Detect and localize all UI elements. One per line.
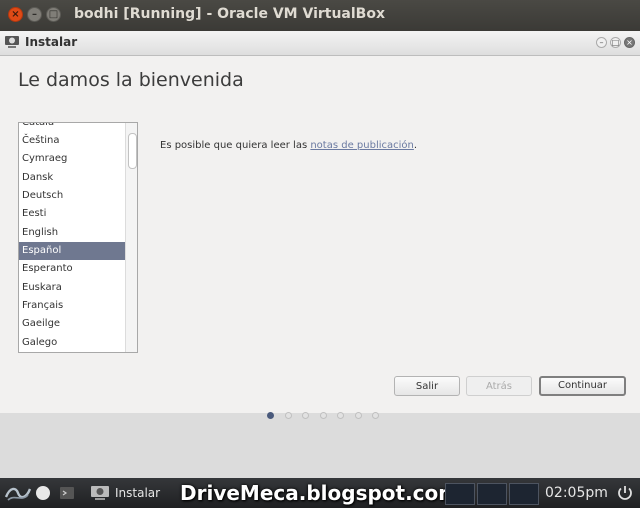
workspace-1[interactable] (445, 483, 475, 505)
workspace-3[interactable] (509, 483, 539, 505)
language-item[interactable]: Dansk (19, 169, 125, 187)
language-item[interactable]: Français (19, 297, 125, 315)
release-notes-text: Es posible que quiera leer las notas de … (160, 140, 418, 151)
installer-close-icon[interactable]: × (624, 37, 635, 48)
progress-dot (354, 412, 362, 419)
continue-button[interactable]: Continuar (539, 376, 626, 396)
workspace-2[interactable] (477, 483, 507, 505)
release-notes-link[interactable]: notas de publicación (310, 140, 414, 151)
installer-content: Català Čeština Cymraeg Dansk Deutsch Ees… (0, 107, 640, 413)
progress-dot-active (267, 412, 274, 419)
installer-app-icon (5, 36, 19, 48)
minimize-icon[interactable]: – (27, 7, 42, 22)
progress-dot (302, 412, 309, 419)
close-icon[interactable]: × (8, 7, 23, 22)
language-item[interactable]: Euskara (19, 279, 125, 297)
language-item-selected[interactable]: Español (19, 242, 125, 260)
language-item[interactable]: Català (19, 123, 125, 132)
language-item[interactable]: Čeština (19, 132, 125, 150)
language-list-scrollbar[interactable] (125, 123, 137, 352)
scrollbar-thumb[interactable] (128, 133, 137, 169)
installer-maximize-icon[interactable]: □ (610, 37, 621, 48)
quit-button[interactable]: Salir (394, 376, 460, 396)
page-title: Le damos la bienvenida (18, 69, 244, 91)
language-item[interactable]: English (19, 224, 125, 242)
progress-dot (372, 412, 379, 419)
installer-window: Instalar – □ × Le damos la bienvenida Ca… (0, 31, 640, 478)
language-item[interactable]: Esperanto (19, 260, 125, 278)
power-icon[interactable] (616, 484, 634, 502)
watermark-text: DriveMeca.blogspot.com (180, 481, 460, 505)
progress-dot (284, 412, 292, 419)
language-item[interactable]: Cymraeg (19, 150, 125, 168)
back-button[interactable]: Atrás (466, 376, 532, 396)
window-title: bodhi [Running] - Oracle VM VirtualBox (74, 6, 386, 22)
bodhi-menu-icon[interactable] (4, 483, 32, 503)
installer-task-icon[interactable] (90, 485, 110, 501)
language-item[interactable]: Deutsch (19, 187, 125, 205)
clock: 02:05pm (545, 485, 608, 501)
compass-icon[interactable] (35, 485, 51, 501)
language-item[interactable]: Galego (19, 334, 125, 352)
virtualbox-titlebar: × – □ bodhi [Running] - Oracle VM Virtua… (0, 0, 640, 31)
terminal-icon[interactable] (58, 484, 76, 502)
installer-titlebar: Instalar – □ × (0, 31, 640, 56)
progress-dot (319, 412, 327, 419)
taskbar: Instalar DriveMeca.blogspot.com 02:05pm (0, 478, 640, 508)
maximize-icon[interactable]: □ (46, 7, 61, 22)
language-item[interactable]: Gaeilge (19, 315, 125, 333)
progress-dot (337, 412, 344, 419)
welcome-header: Le damos la bienvenida (0, 56, 640, 107)
language-list[interactable]: Català Čeština Cymraeg Dansk Deutsch Ees… (18, 122, 138, 353)
installer-minimize-icon[interactable]: – (596, 37, 607, 48)
language-item[interactable]: Eesti (19, 205, 125, 223)
installer-title: Instalar (25, 35, 78, 49)
task-button-label[interactable]: Instalar (115, 486, 160, 500)
